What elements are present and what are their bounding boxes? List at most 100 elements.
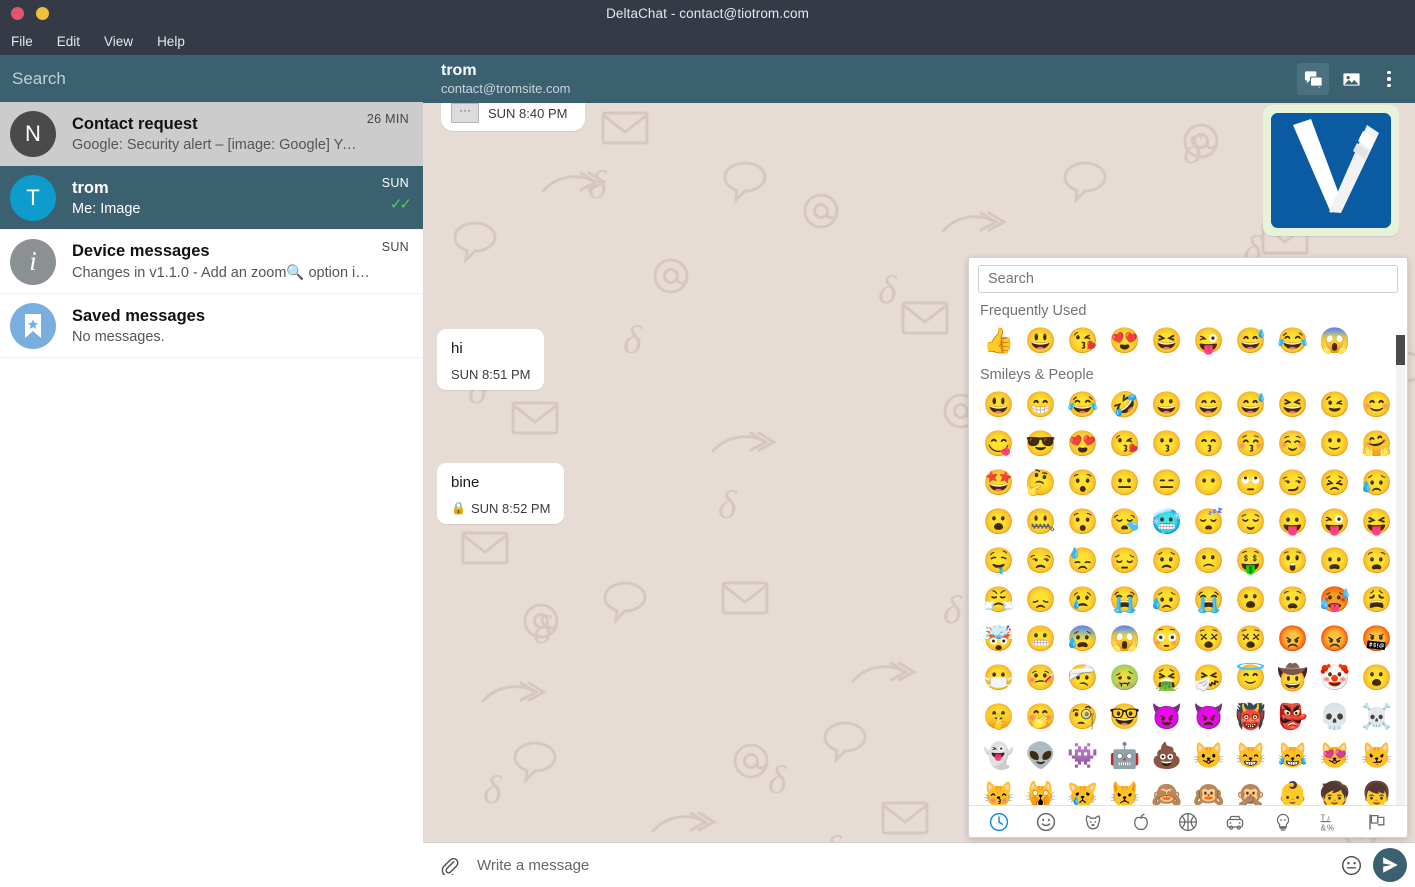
emoji-cell[interactable]: 👾 (1062, 737, 1104, 776)
emoji-scrollbar-track[interactable] (1396, 335, 1405, 805)
emoji-cell[interactable]: 😳 (1146, 620, 1188, 659)
objects-tab[interactable] (1270, 809, 1296, 835)
emoji-cell[interactable]: 😣 (1314, 464, 1356, 503)
emoji-cell[interactable]: 😹 (1272, 737, 1314, 776)
emoji-cell[interactable]: 🧒 (1314, 776, 1356, 806)
emoji-cell[interactable]: 😬 (1020, 620, 1062, 659)
emoji-cell[interactable]: 😃 (978, 386, 1020, 425)
emoji-cell[interactable]: 😘 (1062, 322, 1104, 361)
emoji-cell[interactable]: 😄 (1188, 386, 1230, 425)
chat-list-item-trom[interactable]: T trom Me: Image SUN ✓✓ (0, 166, 423, 230)
emoji-cell[interactable]: 🤭 (1020, 698, 1062, 737)
emoji-cell[interactable]: 🤡 (1314, 659, 1356, 698)
emoji-cell[interactable]: 😝 (1356, 503, 1398, 542)
image-attachment[interactable] (1271, 113, 1391, 228)
emoji-cell[interactable]: 😒 (1020, 542, 1062, 581)
emoji-category-tabs[interactable]: T ♪ &% (969, 805, 1407, 837)
emoji-cell[interactable]: 😂 (1062, 386, 1104, 425)
menu-view[interactable]: View (102, 33, 135, 50)
emoji-cell[interactable]: 😆 (1146, 322, 1188, 361)
smileys-tab[interactable] (1033, 809, 1059, 835)
emoji-cell[interactable]: 😜 (1314, 503, 1356, 542)
emoji-scroll-area[interactable]: Frequently Used 👍 😃 😘 😍 😆 😜 😅 😂 😱 Smileys & Peop… (969, 297, 1407, 805)
emoji-cell[interactable]: 😯 (1062, 503, 1104, 542)
emoji-cell[interactable]: 🤐 (1020, 503, 1062, 542)
symbols-tab[interactable]: T ♪ &% (1317, 809, 1343, 835)
emoji-cell[interactable]: 😰 (1062, 620, 1104, 659)
emoji-cell[interactable]: 🤮 (1146, 659, 1188, 698)
emoji-cell[interactable]: 🤖 (1104, 737, 1146, 776)
emoji-cell[interactable]: 🤩 (978, 464, 1020, 503)
emoji-cell[interactable]: 😵 (1230, 620, 1272, 659)
emoji-cell[interactable]: 😪 (1104, 503, 1146, 542)
emoji-cell[interactable]: 😅 (1230, 322, 1272, 361)
emoji-cell[interactable]: 🤢 (1104, 659, 1146, 698)
emoji-cell[interactable]: 🙁 (1188, 542, 1230, 581)
emoji-cell[interactable]: 😲 (1272, 542, 1314, 581)
more-menu-button[interactable] (1373, 63, 1405, 95)
emoji-cell[interactable]: 🤗 (1356, 425, 1398, 464)
emoji-cell[interactable]: 😮 (978, 503, 1020, 542)
emoji-cell[interactable]: 👹 (1230, 698, 1272, 737)
message-bubble-bine[interactable]: bine 🔒 SUN 8:52 PM (437, 463, 565, 524)
emoji-cell[interactable]: 😩 (1356, 581, 1398, 620)
emoji-cell[interactable]: 😞 (1020, 581, 1062, 620)
emoji-cell[interactable]: ☺️ (1272, 425, 1314, 464)
emoji-cell[interactable]: 😭 (1188, 581, 1230, 620)
emoji-cell[interactable]: 😋 (978, 425, 1020, 464)
search-input[interactable]: Search (12, 69, 66, 89)
emoji-cell[interactable]: 😐 (1104, 464, 1146, 503)
attach-button[interactable] (435, 851, 463, 879)
emoji-cell[interactable]: 🤒 (1020, 659, 1062, 698)
chat-bubble-button[interactable] (1297, 63, 1329, 95)
emoji-cell[interactable]: 😀 (1146, 386, 1188, 425)
emoji-cell[interactable]: 😥 (1146, 581, 1188, 620)
emoji-cell[interactable]: 💀 (1314, 698, 1356, 737)
emoji-cell[interactable]: 😔 (1104, 542, 1146, 581)
message-bubble-image[interactable] (1263, 105, 1399, 236)
emoji-cell[interactable]: 😾 (1104, 776, 1146, 806)
emoji-cell[interactable]: 😯 (1062, 464, 1104, 503)
emoji-cell[interactable]: 😭 (1104, 581, 1146, 620)
emoji-grid-smileys-people[interactable]: 😃 😁 😂 🤣 😀 😄 😅 😆 😉 😊 😋 😎 😍 😘 😗 😙 😚 ☺️ 🙂 🤗 🤩 🤔 😯 😐 😑 😶 🙄 😏 😣 😥 😮 🤐 😯 😪 🥶 😴 😌 😛 😜… (978, 386, 1398, 806)
emoji-cell[interactable]: 😮 (1230, 581, 1272, 620)
emoji-cell[interactable]: 🤤 (978, 542, 1020, 581)
chat-list-item-device-messages[interactable]: i Device messages Changes in v1.1.0 - Ad… (0, 230, 423, 294)
emoji-cell[interactable]: 😍 (1062, 425, 1104, 464)
emoji-cell[interactable]: 😃 (1020, 322, 1062, 361)
emoji-cell[interactable]: 👻 (978, 737, 1020, 776)
emoji-cell[interactable]: 🥶 (1146, 503, 1188, 542)
emoji-cell[interactable]: 😘 (1104, 425, 1146, 464)
emoji-cell[interactable]: 👦 (1356, 776, 1398, 806)
emoji-cell[interactable]: 😿 (1062, 776, 1104, 806)
emoji-cell[interactable]: 😥 (1356, 464, 1398, 503)
emoji-cell[interactable]: 😏 (1272, 464, 1314, 503)
emoji-cell[interactable]: 🤧 (1188, 659, 1230, 698)
emoji-cell[interactable]: 😆 (1272, 386, 1314, 425)
emoji-cell[interactable]: 😗 (1146, 425, 1188, 464)
emoji-cell[interactable]: 🥵 (1314, 581, 1356, 620)
emoji-cell[interactable]: 🤓 (1104, 698, 1146, 737)
emoji-cell[interactable]: 😷 (978, 659, 1020, 698)
emoji-cell[interactable]: 😟 (1146, 542, 1188, 581)
emoji-cell[interactable]: 👽 (1020, 737, 1062, 776)
flags-tab[interactable] (1364, 809, 1390, 835)
search-bar[interactable]: Search (0, 55, 423, 102)
emoji-cell[interactable]: 😍 (1104, 322, 1146, 361)
emoji-cell[interactable]: 😙 (1188, 425, 1230, 464)
emoji-cell[interactable]: 👍 (978, 322, 1020, 361)
emoji-cell[interactable]: 😑 (1146, 464, 1188, 503)
menu-edit[interactable]: Edit (55, 33, 82, 50)
message-bubble-top[interactable]: ··· SUN 8:40 PM (441, 103, 586, 131)
chat-list-item-saved-messages[interactable]: Saved messages No messages. (0, 294, 423, 358)
emoji-cell[interactable]: 🙈 (1146, 776, 1188, 806)
emoji-cell[interactable]: 😅 (1230, 386, 1272, 425)
emoji-cell[interactable]: 😂 (1272, 322, 1314, 361)
emoji-cell[interactable]: 🤯 (978, 620, 1020, 659)
emoji-cell[interactable]: 🤑 (1230, 542, 1272, 581)
message-input[interactable] (463, 856, 1337, 874)
emoji-cell[interactable]: 🧐 (1062, 698, 1104, 737)
emoji-cell[interactable]: 😛 (1272, 503, 1314, 542)
emoji-cell[interactable]: 🙀 (1020, 776, 1062, 806)
emoji-cell[interactable]: 😢 (1062, 581, 1104, 620)
